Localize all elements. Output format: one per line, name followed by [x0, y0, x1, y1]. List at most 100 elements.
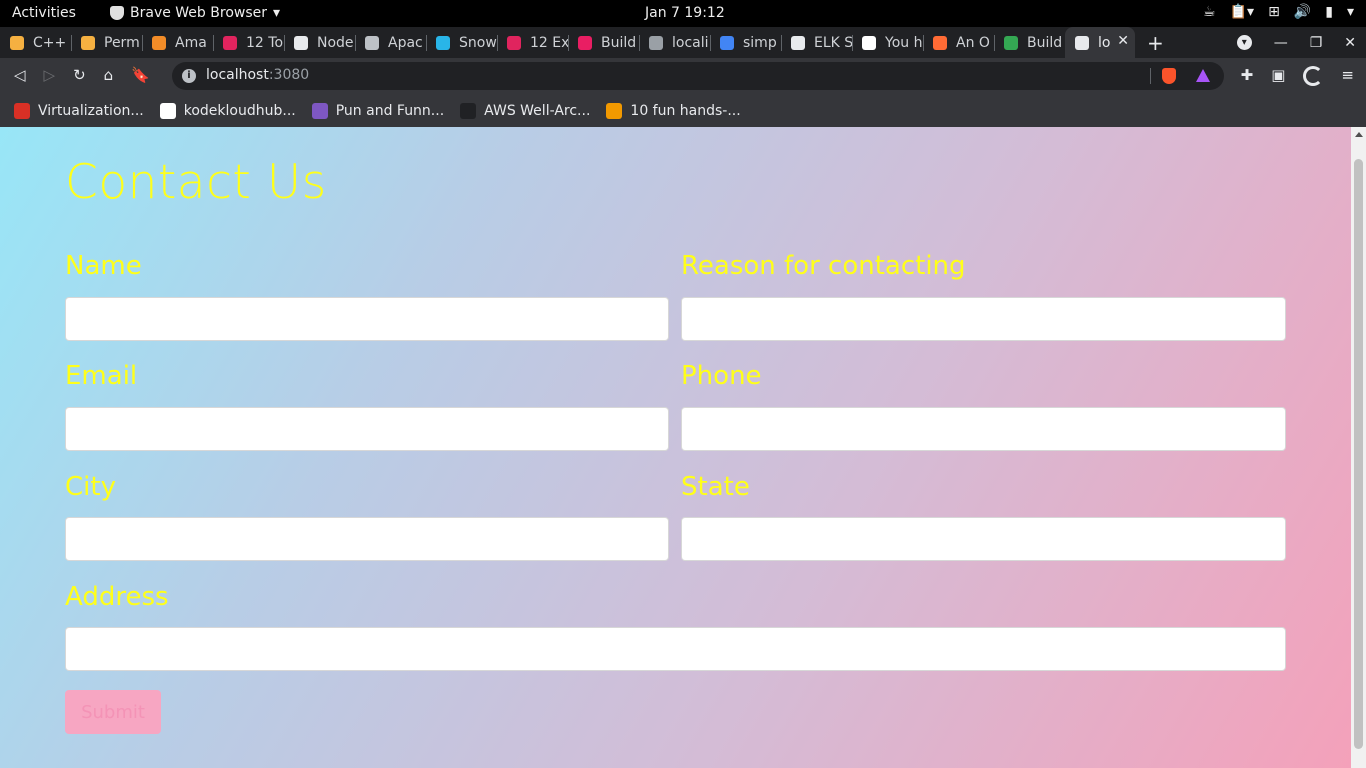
- profile-icon[interactable]: [1303, 66, 1324, 86]
- reload-icon[interactable]: ↻: [73, 66, 86, 84]
- url-text[interactable]: localhost:3080: [206, 67, 309, 83]
- state-input[interactable]: [681, 517, 1286, 561]
- coffee-icon[interactable]: ☕: [1203, 4, 1216, 20]
- wallet-icon[interactable]: ▣: [1271, 66, 1285, 86]
- url-port: :3080: [268, 67, 310, 83]
- tab-label: You h: [885, 34, 923, 51]
- tab-favicon-icon: [933, 35, 947, 50]
- submit-button[interactable]: Submit: [65, 690, 161, 734]
- minimize-icon[interactable]: —: [1274, 35, 1288, 51]
- brave-shields-icon[interactable]: [1162, 68, 1176, 84]
- address-label: Address: [65, 582, 169, 612]
- city-label: City: [65, 472, 116, 502]
- browser-tab[interactable]: You h: [852, 27, 923, 58]
- tab-label: An O: [956, 34, 990, 51]
- menu-icon[interactable]: ≡: [1341, 66, 1354, 86]
- tab-label: Apac: [388, 34, 423, 51]
- browser-tab[interactable]: An O: [923, 27, 994, 58]
- url-host: localhost: [206, 67, 269, 83]
- forward-icon[interactable]: ▷: [44, 66, 56, 84]
- bookmark-favicon-icon: [159, 102, 176, 119]
- bookmark-item[interactable]: Pun and Funn...: [311, 102, 444, 119]
- tab-favicon-icon: [1075, 35, 1089, 50]
- tab-search-icon[interactable]: ▾: [1236, 35, 1252, 50]
- scroll-up-icon[interactable]: [1355, 132, 1363, 137]
- chevron-down-icon[interactable]: ▾: [1347, 4, 1354, 20]
- page-title: Contact Us: [65, 155, 327, 210]
- browser-tab[interactable]: Perm: [71, 27, 142, 58]
- browser-tab[interactable]: ELK S: [781, 27, 852, 58]
- clock[interactable]: Jan 7 19:12: [645, 5, 725, 21]
- browser-tab[interactable]: 12 Ex: [497, 27, 568, 58]
- reason-label: Reason for contacting: [681, 251, 966, 281]
- scrollbar[interactable]: [1351, 127, 1366, 768]
- browser-tab[interactable]: locali: [639, 27, 710, 58]
- brave-rewards-icon[interactable]: [1196, 69, 1210, 82]
- new-tab-button[interactable]: +: [1147, 31, 1164, 55]
- bookmark-label: AWS Well-Arc...: [484, 102, 591, 119]
- bookmark-label: kodekloudhub...: [183, 102, 296, 119]
- browser-tab[interactable]: Ama: [142, 27, 213, 58]
- chevron-down-icon: ▾: [273, 5, 281, 21]
- tab-label: 12 To: [246, 34, 284, 51]
- volume-icon[interactable]: 🔊: [1294, 4, 1311, 20]
- extension-area: ✚ ▣ ≡: [1241, 66, 1354, 86]
- bookmark-favicon-icon: [14, 102, 30, 119]
- name-input[interactable]: [65, 297, 669, 341]
- tab-label: 12 Ex: [530, 34, 568, 51]
- network-icon[interactable]: ⊞: [1268, 4, 1280, 20]
- email-input[interactable]: [65, 407, 669, 451]
- tab-label: Snow: [459, 34, 497, 51]
- browser-tab[interactable]: Node: [284, 27, 355, 58]
- phone-label: Phone: [681, 361, 762, 391]
- tab-favicon-icon: [10, 35, 24, 50]
- address-bar[interactable]: i localhost:3080: [172, 62, 1224, 90]
- browser-tab[interactable]: Apac: [355, 27, 426, 58]
- brave-icon: [110, 6, 124, 20]
- tab-label: Perm: [104, 34, 140, 51]
- browser-tab[interactable]: Build: [994, 27, 1065, 58]
- site-info-icon[interactable]: i: [182, 69, 196, 83]
- battery-icon[interactable]: ▮: [1325, 4, 1333, 20]
- browser-tab[interactable]: 12 To: [213, 27, 284, 58]
- app-menu[interactable]: Brave Web Browser ▾: [110, 5, 280, 21]
- tab-favicon-icon: [507, 35, 521, 50]
- scrollbar-thumb[interactable]: [1354, 159, 1363, 749]
- tab-favicon-icon: [223, 35, 237, 50]
- bookmark-item[interactable]: kodekloudhub...: [159, 102, 296, 119]
- bookmark-label: 10 fun hands-...: [630, 102, 741, 119]
- restore-icon[interactable]: ❐: [1310, 35, 1323, 51]
- tab-label: locali: [672, 34, 709, 51]
- close-window-icon[interactable]: ✕: [1344, 35, 1356, 51]
- tab-favicon-icon: [720, 35, 734, 50]
- extensions-icon[interactable]: ✚: [1241, 66, 1254, 86]
- tab-label: simp: [743, 34, 777, 51]
- page-viewport: Contact Us Name Reason for contacting Em…: [0, 127, 1351, 768]
- browser-tab[interactable]: simp: [710, 27, 781, 58]
- browser-tab[interactable]: C++ ||: [0, 27, 71, 58]
- tab-favicon-icon: [436, 35, 450, 50]
- system-tray[interactable]: ☕ 📋▾ ⊞ 🔊 ▮ ▾: [1203, 4, 1354, 20]
- tab-strip: C++ || Perm Ama 12 To Node Apac Snow 12 Ex Build…: [0, 27, 1366, 58]
- bookmark-item[interactable]: 10 fun hands-...: [606, 102, 741, 119]
- divider: [1150, 68, 1151, 84]
- bookmark-item[interactable]: AWS Well-Arc...: [460, 102, 591, 119]
- state-label: State: [681, 472, 750, 502]
- browser-tab[interactable]: Build: [568, 27, 639, 58]
- bookmark-item[interactable]: Virtualization...: [14, 102, 144, 119]
- city-input[interactable]: [65, 517, 669, 561]
- clipboard-icon[interactable]: 📋▾: [1230, 4, 1254, 20]
- tab-favicon-icon: [294, 35, 308, 50]
- close-tab-icon[interactable]: ✕: [1117, 33, 1129, 49]
- browser-tab[interactable]: lo ✕: [1065, 27, 1135, 58]
- home-icon[interactable]: ⌂: [104, 66, 114, 84]
- bookmark-icon[interactable]: 🔖: [131, 66, 150, 84]
- browser-tab[interactable]: Snow: [426, 27, 497, 58]
- activities-button[interactable]: Activities: [12, 5, 76, 21]
- phone-input[interactable]: [681, 407, 1286, 451]
- bookmark-favicon-icon: [311, 102, 328, 119]
- back-icon[interactable]: ◁: [14, 66, 26, 84]
- reason-input[interactable]: [681, 297, 1286, 341]
- tab-label: C++ ||: [33, 34, 71, 51]
- address-input[interactable]: [65, 627, 1286, 671]
